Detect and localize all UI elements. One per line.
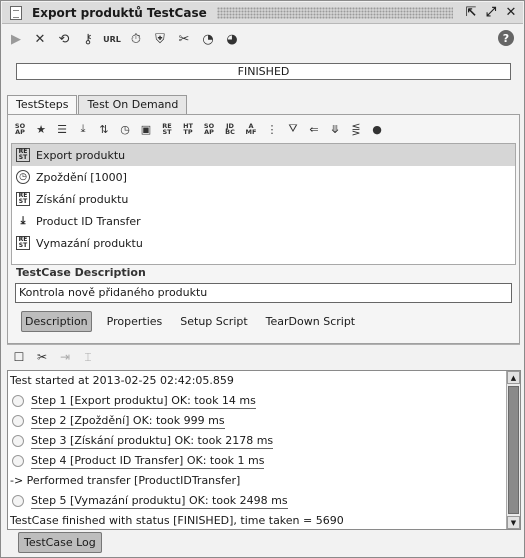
rest-step-icon[interactable]: RE ST [159,120,175,138]
condition-icon[interactable]: ⋚ [348,120,364,138]
tab-test-on-demand[interactable]: Test On Demand [78,95,188,115]
status-dot-icon [12,435,24,447]
step-label: Získání produktu [36,192,129,206]
scroll-down-icon[interactable]: ▼ [507,516,520,529]
description-heading: TestCase Description [16,266,146,279]
transfer-icon: ⤓ [20,214,26,227]
status-dot-icon [12,455,24,467]
log-line: Test started at 2013-02-25 02:42:05.859 [10,374,234,387]
status-bar: FINISHED [16,63,511,80]
jdbc-step-icon[interactable]: JD BC [222,120,238,138]
list-item[interactable]: ⤓ Product ID Transfer [12,210,515,232]
rest-icon: RE ST [16,148,30,162]
minimize-button[interactable]: ⇱ [463,5,479,21]
help-button[interactable]: ? [498,30,514,46]
url-button[interactable]: URL [103,29,121,49]
shield-icon[interactable]: ⛨ [151,29,169,49]
tab-description[interactable]: Description [21,311,92,332]
log-step[interactable]: Step 1 [Export produktu] OK: took 14 ms [8,391,520,411]
log-step[interactable]: Step 5 [Vymazání produktu] OK: took 2498… [8,491,520,511]
status-dot-icon [12,495,24,507]
detach-button[interactable]: ⤢ [483,5,499,21]
log-toolbar: ☐ ✂ ⇥ ⌶ [11,348,103,366]
load-test-icon[interactable]: ◔ [199,29,217,49]
rest-icon: RE ST [16,236,30,250]
status-dot-icon [12,415,24,427]
tab-teardown-script[interactable]: TearDown Script [263,312,358,331]
title-bar: Export produktů TestCase ⇱ ⤢ ✕ [2,2,523,24]
filter-icon[interactable]: ⛛ [285,120,301,138]
testcase-log-button[interactable]: TestCase Log [18,532,102,553]
testcase-window: Export produktů TestCase ⇱ ⤢ ✕ ▶ ✕ ⟲ ⚷ U… [0,0,525,558]
main-toolbar: ▶ ✕ ⟲ ⚷ URL ⏱ ⛨ ✂ ◔ ◕ ? [7,28,520,50]
http-step-icon[interactable]: HT TP [180,120,196,138]
panel-splitter[interactable] [7,344,520,345]
amf-step-icon[interactable]: A MF [243,120,259,138]
log-step-text[interactable]: Step 5 [Vymazání produktu] OK: took 2498… [31,494,288,509]
security-test-icon[interactable]: ◕ [223,29,241,49]
log-scrollbar[interactable]: ▲ ▼ [506,371,520,529]
transfer-icon[interactable]: ⤓ [75,120,91,138]
delay-icon[interactable]: ◷ [117,120,133,138]
log-step[interactable]: Step 4 [Product ID Transfer] OK: took 1 … [8,451,520,471]
log-step-text[interactable]: Step 3 [Získání produktu] OK: took 2178 … [31,434,274,449]
arrow-left-icon[interactable]: ⇐ [306,120,322,138]
main-tabs: TestSteps Test On Demand [7,95,188,116]
scroll-thumb[interactable] [508,386,519,514]
step-label: Export produktu [36,148,126,162]
clear-icon[interactable]: ⌶ [80,349,96,365]
checkbox-icon[interactable]: ☐ [11,349,27,365]
step-label: Vymazání produktu [36,236,143,250]
description-field[interactable]: Kontrola nově přidaného produktu [15,283,512,303]
key-icon[interactable]: ⚷ [79,29,97,49]
title-grip[interactable] [216,6,453,19]
list-item[interactable]: RE ST Export produktu [12,144,515,166]
tab-properties[interactable]: Properties [104,312,166,331]
loop-icon[interactable]: ⟲ [55,29,73,49]
log-step-text[interactable]: Step 2 [Zpoždění] OK: took 999 ms [31,414,225,429]
log-step-text[interactable]: Step 1 [Export produktu] OK: took 14 ms [31,394,256,409]
close-button[interactable]: ✕ [503,5,519,21]
log-step[interactable]: Step 3 [Získání produktu] OK: took 2178 … [8,431,520,451]
status-dot-icon [12,395,24,407]
tools-icon[interactable]: ✂ [34,349,50,365]
timer-icon[interactable]: ⏱ [127,29,145,49]
log-line: TestCase finished with status [FINISHED]… [10,514,344,527]
mock-soap-icon[interactable]: SO AP [201,120,217,138]
log-line: -> Performed transfer [ProductIDTransfer… [10,474,241,487]
document-icon [10,5,22,20]
cancel-icon[interactable]: ✕ [31,29,49,49]
test-steps-panel: SO AP ★ ☰ ⤓ ⇅ ◷ ▣ RE ST HT TP SO AP JD BC A MF… [7,114,520,344]
run-icon[interactable]: ▶ [7,29,25,49]
record-icon[interactable]: ● [369,120,385,138]
delay-icon: ◷ [16,170,30,184]
test-log: Test started at 2013-02-25 02:42:05.859 … [7,370,521,530]
step-label: Zpoždění [1000] [36,170,127,184]
step-label: Product ID Transfer [36,214,141,228]
tools-icon[interactable]: ✂ [175,29,193,49]
tab-setup-script[interactable]: Setup Script [177,312,250,331]
description-tabs: Description Properties Setup Script Tear… [21,311,370,332]
list-item[interactable]: RE ST Vymazání produktu [12,232,515,254]
tab-test-steps[interactable]: TestSteps [7,95,78,116]
log-step-text[interactable]: Step 4 [Product ID Transfer] OK: took 1 … [31,454,265,469]
script-icon[interactable]: ▣ [138,120,154,138]
download-icon[interactable]: ⤋ [327,120,343,138]
test-steps-list: RE ST Export produktu ◷ Zpoždění [1000] R… [11,143,516,265]
goto-icon[interactable]: ⇅ [96,120,112,138]
properties-icon[interactable]: ☰ [54,120,70,138]
list-icon[interactable]: ⋮ [264,120,280,138]
log-step[interactable]: Step 2 [Zpoždění] OK: took 999 ms [8,411,520,431]
steps-toolbar: SO AP ★ ☰ ⤓ ⇅ ◷ ▣ RE ST HT TP SO AP JD BC A MF… [12,119,390,139]
list-item[interactable]: ◷ Zpoždění [1000] [12,166,515,188]
soap-step-icon[interactable]: SO AP [12,120,28,138]
export-icon[interactable]: ⇥ [57,349,73,365]
star-icon[interactable]: ★ [33,120,49,138]
list-item[interactable]: RE ST Získání produktu [12,188,515,210]
window-title: Export produktů TestCase [32,5,207,20]
rest-icon: RE ST [16,192,30,206]
scroll-up-icon[interactable]: ▲ [507,371,520,384]
